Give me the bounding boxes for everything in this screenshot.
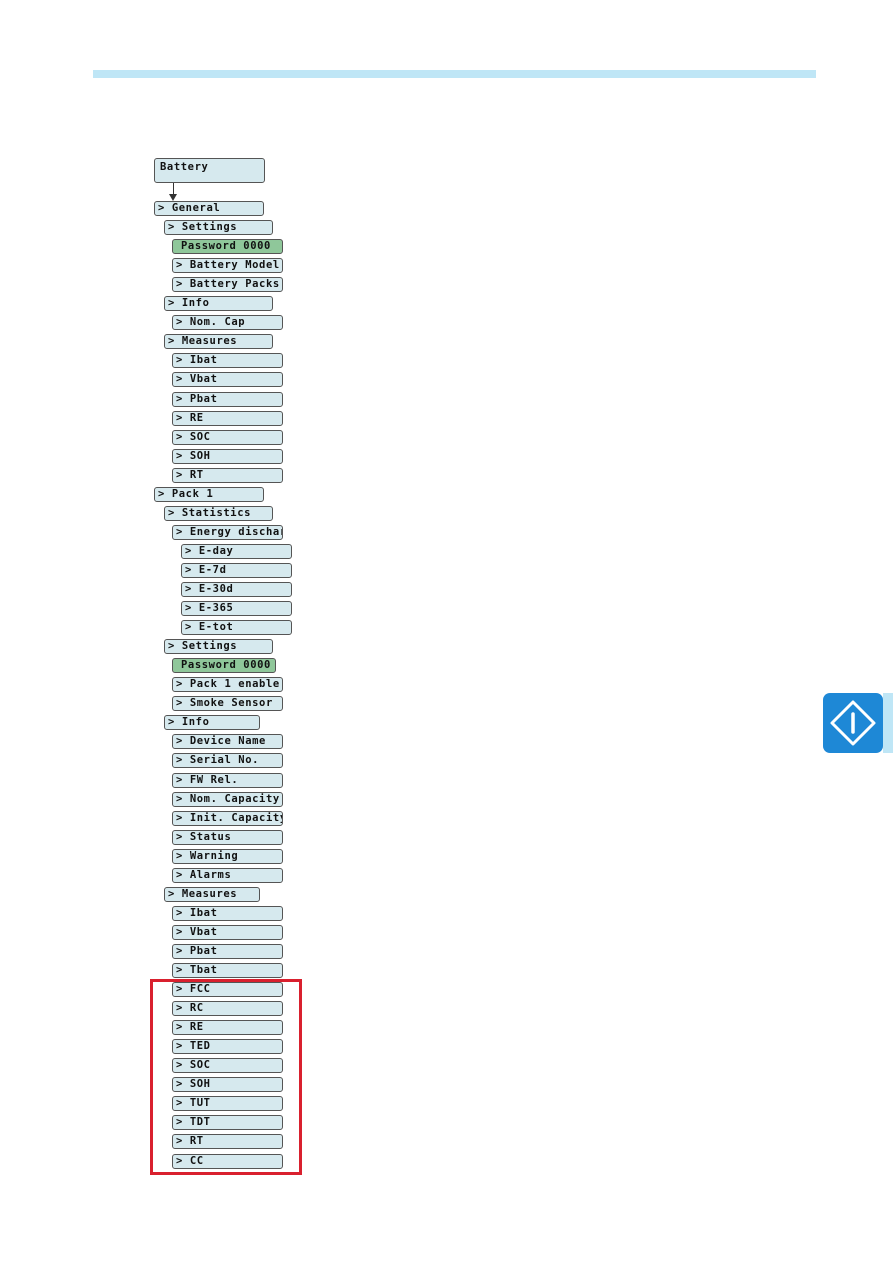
menu-item-fw-rel: > FW Rel.	[172, 773, 283, 788]
menu-item-tbat: > Tbat	[172, 963, 283, 978]
menu-item-serial-no: > Serial No.	[172, 753, 283, 768]
menu-item-energy-dischar: > Energy dischar.	[172, 525, 283, 540]
menu-item-info: > Info	[164, 715, 260, 730]
highlight-frame	[150, 979, 302, 1175]
menu-item-settings: > Settings	[164, 639, 273, 654]
menu-item-vbat: > Vbat	[172, 925, 283, 940]
menu-item-password-0000: Password 0000	[172, 658, 276, 673]
menu-item-soh: > SOH	[172, 449, 283, 464]
menu-item-e-day: > E-day	[181, 544, 292, 559]
menu-item-device-name: > Device Name	[172, 734, 283, 749]
menu-item-e-30d: > E-30d	[181, 582, 292, 597]
menu-item-general: > General	[154, 201, 264, 216]
menu-item-pack-1-enable: > Pack 1 enable	[172, 677, 283, 692]
info-diamond-icon	[830, 700, 876, 746]
menu-item-pbat: > Pbat	[172, 944, 283, 959]
menu-item-pack-1: > Pack 1	[154, 487, 264, 502]
menu-item-password-0000: Password 0000	[172, 239, 283, 254]
menu-item-soc: > SOC	[172, 430, 283, 445]
menu-item-measures: > Measures	[164, 887, 260, 902]
menu-item-status: > Status	[172, 830, 283, 845]
menu-item-e-tot: > E-tot	[181, 620, 292, 635]
header-accent-bar	[93, 70, 816, 78]
menu-item-e-7d: > E-7d	[181, 563, 292, 578]
menu-item-vbat: > Vbat	[172, 372, 283, 387]
menu-item-alarms: > Alarms	[172, 868, 283, 883]
menu-item-init-capacity: > Init. Capacity	[172, 811, 283, 826]
menu-item-nom-cap: > Nom. Cap	[172, 315, 283, 330]
menu-item-measures: > Measures	[164, 334, 273, 349]
menu-item-e-365: > E-365	[181, 601, 292, 616]
menu-item-settings: > Settings	[164, 220, 273, 235]
menu-item-ibat: > Ibat	[172, 906, 283, 921]
menu-item-re: > RE	[172, 411, 283, 426]
side-tab	[883, 693, 893, 753]
menu-item-smoke-sensor: > Smoke Sensor	[172, 696, 283, 711]
menu-item-pbat: > Pbat	[172, 392, 283, 407]
menu-item-battery-packs: > Battery Packs	[172, 277, 283, 292]
menu-item-warning: > Warning	[172, 849, 283, 864]
menu-item-ibat: > Ibat	[172, 353, 283, 368]
menu-item-nom-capacity: > Nom. Capacity	[172, 792, 283, 807]
menu-item-battery-model: > Battery Model	[172, 258, 283, 273]
menu-root-battery: Battery	[154, 158, 265, 183]
menu-item-statistics: > Statistics	[164, 506, 273, 521]
arrow-head-icon	[169, 194, 177, 201]
info-badge	[823, 693, 883, 753]
menu-item-rt: > RT	[172, 468, 283, 483]
menu-item-info: > Info	[164, 296, 273, 311]
